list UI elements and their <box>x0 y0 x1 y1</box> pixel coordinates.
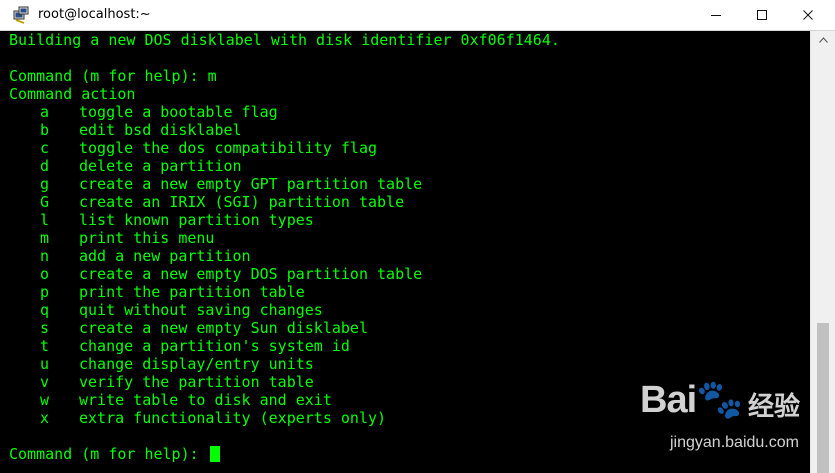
minimize-icon <box>711 15 721 16</box>
command-item: d delete a partition <box>9 157 810 175</box>
command-key: b <box>40 121 50 139</box>
command-list: a toggle a bootable flag b edit bsd disklab… <box>9 103 810 427</box>
command-key: c <box>40 139 50 157</box>
command-item: t change a partition's system id <box>9 337 810 355</box>
final-prompt-line[interactable]: Command (m for help): <box>9 445 810 463</box>
command-key: p <box>40 283 50 301</box>
chevron-up-icon <box>818 37 828 43</box>
command-key: s <box>40 319 50 337</box>
command-description: verify the partition table <box>79 373 314 391</box>
command-item: w write table to disk and exit <box>9 391 810 409</box>
command-key: a <box>40 103 50 121</box>
command-item: m print this menu <box>9 229 810 247</box>
maximize-button[interactable] <box>739 0 785 30</box>
vertical-scrollbar[interactable] <box>810 31 835 473</box>
command-item: g create a new empty GPT partition table <box>9 175 810 193</box>
command-description: add a new partition <box>79 247 251 265</box>
command-key: m <box>40 229 50 247</box>
command-item: o create a new empty DOS partition table <box>9 265 810 283</box>
command-description: create a new empty DOS partition table <box>79 265 423 283</box>
command-item: l list known partition types <box>9 211 810 229</box>
command-key: d <box>40 157 50 175</box>
text-cursor <box>209 446 220 462</box>
command-key: t <box>40 337 50 355</box>
command-item: p print the partition table <box>9 283 810 301</box>
command-key: x <box>40 409 50 427</box>
title-bar[interactable]: root@localhost:~ <box>0 0 835 31</box>
command-description: create a new empty GPT partition table <box>79 175 423 193</box>
command-key: g <box>40 175 50 193</box>
command-item: a toggle a bootable flag <box>9 103 810 121</box>
final-prompt: Command (m for help): <box>9 445 208 463</box>
command-description: print the partition table <box>79 283 305 301</box>
command-key: n <box>40 247 50 265</box>
command-key: u <box>40 355 50 373</box>
command-description: list known partition types <box>79 211 314 229</box>
command-description: print this menu <box>79 229 215 247</box>
command-description: quit without saving changes <box>79 301 323 319</box>
command-key: G <box>40 193 50 211</box>
maximize-icon <box>757 10 767 20</box>
command-item: n add a new partition <box>9 247 810 265</box>
command-description: create a new empty Sun disklabel <box>79 319 368 337</box>
first-prompt: Command (m for help): m <box>9 67 217 85</box>
action-header: Command action <box>9 85 136 103</box>
command-key: q <box>40 301 50 319</box>
command-description: change a partition's system id <box>79 337 350 355</box>
command-key: l <box>40 211 50 229</box>
close-button[interactable] <box>785 0 831 30</box>
command-description: toggle a bootable flag <box>79 103 278 121</box>
command-item: x extra functionality (experts only) <box>9 409 810 427</box>
command-item: v verify the partition table <box>9 373 810 391</box>
close-icon <box>803 10 813 20</box>
intro-line: Building a new DOS disklabel with disk i… <box>9 31 560 49</box>
command-key: v <box>40 373 50 391</box>
command-item: s create a new empty Sun disklabel <box>9 319 810 337</box>
command-item: u change display/entry units <box>9 355 810 373</box>
putty-app-icon[interactable] <box>12 6 30 24</box>
command-description: edit bsd disklabel <box>79 121 242 139</box>
command-description: create an IRIX (SGI) partition table <box>79 193 405 211</box>
command-description: change display/entry units <box>79 355 314 373</box>
command-key: o <box>40 265 50 283</box>
scroll-thumb[interactable] <box>817 323 829 473</box>
command-item: q quit without saving changes <box>9 301 810 319</box>
command-description: extra functionality (experts only) <box>79 409 387 427</box>
terminal-window: root@localhost:~ Building a new DOS disk… <box>0 0 835 473</box>
command-item: Gcreate an IRIX (SGI) partition table <box>9 193 810 211</box>
command-item: c toggle the dos compatibility flag <box>9 139 810 157</box>
command-item: b edit bsd disklabel <box>9 121 810 139</box>
window-title: root@localhost:~ <box>38 7 151 22</box>
command-key: w <box>40 391 50 409</box>
command-description: write table to disk and exit <box>79 391 332 409</box>
command-description: delete a partition <box>79 157 242 175</box>
command-description: toggle the dos compatibility flag <box>79 139 378 157</box>
minimize-button[interactable] <box>693 0 739 30</box>
scroll-up-button[interactable] <box>811 31 835 49</box>
terminal-output[interactable]: Building a new DOS disklabel with disk i… <box>0 31 810 473</box>
